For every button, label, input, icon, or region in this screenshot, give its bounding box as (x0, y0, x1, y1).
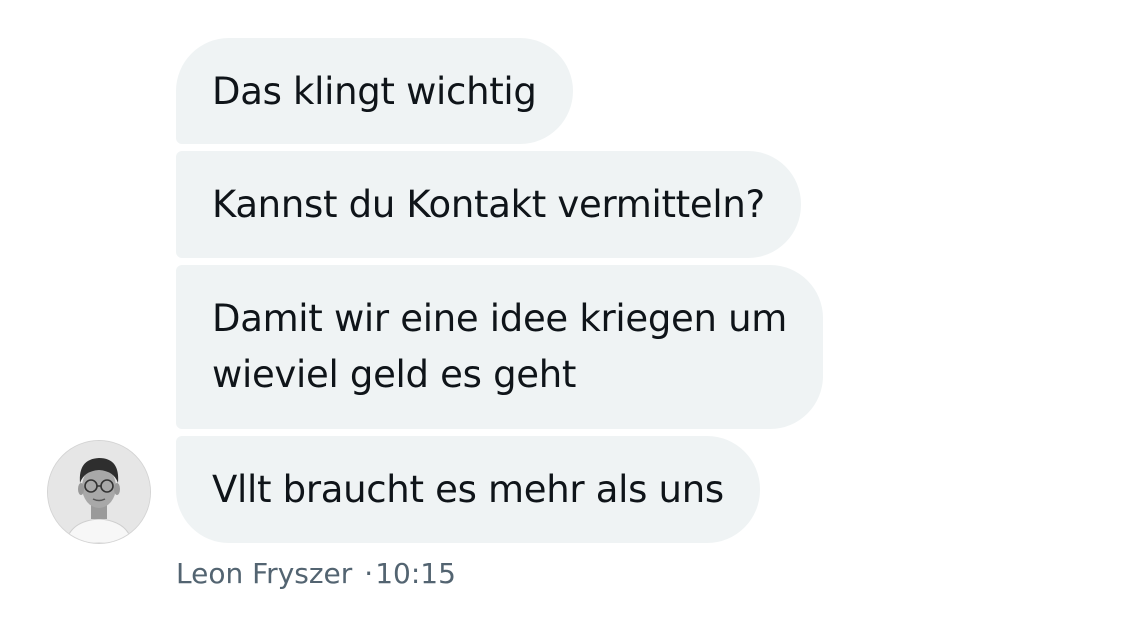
message-text-line: wieviel geld es geht (212, 353, 577, 396)
message-bubble[interactable]: Kannst du Kontakt vermitteln? (176, 151, 801, 258)
sender-name[interactable]: Leon Fryszer (176, 557, 352, 590)
message-text: Kannst du Kontakt vermitteln? (212, 183, 765, 226)
message-text-line: Damit wir eine idee kriegen um (212, 297, 787, 340)
message-bubble[interactable]: Damit wir eine idee kriegen um wieviel g… (176, 265, 823, 429)
message-text: Das klingt wichtig (212, 70, 537, 113)
message-text: Vllt braucht es mehr als uns (212, 468, 724, 511)
message-meta: Leon Fryszer ·10:15 (176, 556, 456, 592)
message-timestamp: 10:15 (375, 557, 456, 590)
message-thread: Das klingt wichtig Kannst du Kontakt ver… (0, 0, 1125, 627)
message-bubble[interactable]: Das klingt wichtig (176, 38, 573, 144)
meta-separator: · (364, 557, 374, 590)
message-bubble[interactable]: Vllt braucht es mehr als uns (176, 436, 760, 543)
avatar[interactable] (48, 441, 150, 543)
person-avatar-icon (48, 441, 150, 543)
